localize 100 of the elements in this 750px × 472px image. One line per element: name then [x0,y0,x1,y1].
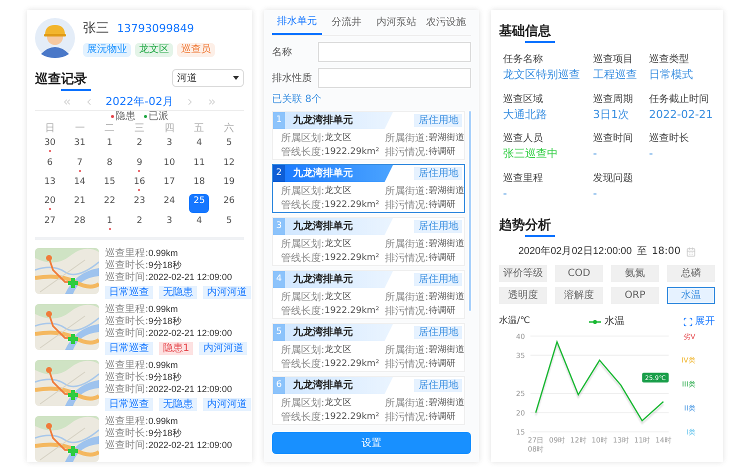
calendar-day[interactable]: 26 [219,194,240,214]
calendar-day[interactable]: 4 [189,214,210,233]
record-field-value: 0.99km [148,361,178,370]
metric-button[interactable]: 溶解度 [555,287,603,304]
calendar-day[interactable]: 13 [40,174,60,194]
calendar-day[interactable]: 27 [40,214,60,233]
unit-card[interactable]: 3 九龙湾排单元 居住用地 所属区划:龙文区 所属街道:碧湖街道 管线长度:1922.29km² 排污情况:待调研 [272,217,466,266]
expand-link[interactable]: 展开 [682,314,715,329]
calendar-day[interactable]: 5 [219,136,240,156]
unit-field-label: 所属街道: [385,134,428,144]
info-value: - [593,186,598,202]
record-field-label: 巡查时长: [105,260,148,271]
calendar-day[interactable]: 24 [159,194,180,214]
calendar-day[interactable]: 19 [219,174,240,194]
metric-button[interactable]: 评价等级 [499,265,547,282]
calendar-day[interactable]: 6 [40,156,60,175]
unit-card[interactable]: 4 九龙湾排单元 居住用地 所属区划:龙文区 所属街道:碧湖街道 管线长度:1922.29km² 排污情况:待调研 [272,270,466,319]
calendar-day[interactable]: 23 [129,194,150,214]
phone-number: 13793099849 [117,21,194,38]
linked-count: 已关联 8个 [272,92,323,107]
calendar-day[interactable]: 30 [40,136,60,156]
tab[interactable]: 农污设施 [421,10,471,35]
calendar-day[interactable]: 8 [100,156,120,175]
scrollbar[interactable] [469,111,471,311]
metric-button[interactable]: COD [555,265,603,282]
x-tick-label: 11时 [634,436,650,444]
calendar-day[interactable]: 31 [70,136,90,156]
calendar-day[interactable]: 15 [100,174,120,194]
info-value: 大通北路 [503,106,548,122]
calendar-day[interactable]: 17 [159,174,180,194]
calendar-day[interactable]: 5 [219,214,240,233]
unit-number: 1 [273,112,285,129]
tab[interactable]: 排水单元 [272,10,322,35]
record-tag: 隐患1 [159,342,194,355]
calendar-day[interactable]: 1 [100,214,120,233]
calendar-day[interactable]: 14 [70,174,90,194]
record-tag: 内河河道 [199,342,248,355]
metric-button[interactable]: 透明度 [499,287,547,304]
metric-button[interactable]: ORP [611,287,659,304]
record-field-label: 巡查时长: [105,372,148,383]
metric-button[interactable]: 总磷 [667,265,715,282]
record-field-label: 巡查里程: [105,304,148,315]
record-field-value: 9分18秒 [148,373,182,382]
calendar-day[interactable]: 2 [129,214,150,233]
info-value: - [593,146,598,162]
unit-card[interactable]: 2 九龙湾排单元 居住用地 所属区划:龙文区 所属街道:碧湖街道 管线长度:1922.29km² 排污情况:待调研 [272,164,466,213]
tab[interactable]: 内河泵站 [372,10,422,35]
land-use-badge: 居住用地 [414,220,462,233]
filter-dropdown[interactable]: 河道 [172,69,244,87]
unit-field-value: 碧湖街道 [428,187,464,196]
calendar-day[interactable]: 2 [129,136,150,156]
calendar-day[interactable]: 3 [159,214,180,233]
info-value: 日常模式 [649,67,694,83]
calendar-day[interactable]: 3 [159,136,180,156]
tab[interactable]: 分流井 [322,10,372,35]
unit-field-value: 碧湖街道 [428,399,464,408]
input-field[interactable] [318,42,471,62]
input-field[interactable] [318,68,471,88]
unit-field-label: 排污情况: [385,254,428,264]
calendar-icon[interactable] [686,246,696,256]
calendar-day[interactable]: 28 [70,214,90,233]
calendar-day[interactable]: 22 [100,194,120,214]
unit-field-label: 排污情况: [385,200,428,210]
metric-button[interactable]: 氨氮 [611,265,659,282]
calendar-day[interactable]: 11 [189,156,210,175]
land-use-badge: 居住用地 [414,379,462,392]
calendar-day[interactable]: 1 [100,136,120,156]
record-field-label: 巡查里程: [105,416,148,427]
unit-number: 5 [273,324,285,341]
calendar-day[interactable]: 18 [189,174,210,194]
unit-number: 4 [273,271,285,288]
calendar-day[interactable]: 4 [189,136,210,156]
calendar-day[interactable]: 21 [70,194,90,214]
next-year-icon[interactable] [207,97,218,107]
record-field-value: 0.99km [148,417,178,426]
calendar-day[interactable]: 9 [129,156,150,175]
calendar-day[interactable]: 16 [129,174,150,194]
x-tick-label: 13时 [612,436,629,444]
info-label: 巡查类型 [649,52,690,67]
info-value: 2022-02-21 [649,106,714,122]
previous-year-icon[interactable] [62,97,72,107]
unit-card[interactable]: 6 九龙湾排单元 居住用地 所属区划:龙文区 所属街道:碧湖街道 管线长度:1922.29km² 排污情况:待调研 [272,376,466,425]
calendar-day[interactable]: 7 [70,156,90,175]
calendar-day[interactable]: 12 [219,156,240,175]
info-value: 张三巡查中 [503,146,559,162]
record-field-label: 巡查时间: [105,272,148,283]
record-tag: 日常巡查 [105,398,153,411]
grade-label: II类 [684,404,696,413]
unit-card[interactable]: 5 九龙湾排单元 居住用地 所属区划:龙文区 所属街道:碧湖街道 管线长度:1922.29km² 排污情况:待调研 [272,323,466,372]
calendar-day[interactable]: 10 [159,156,180,175]
calendar-day[interactable]: 20 [40,194,60,214]
info-label: 巡查项目 [593,52,634,67]
unit-field-value: 碧湖街道 [428,346,464,355]
weekday-label: 四 [164,124,174,134]
unit-name: 九龙湾排单元 [293,166,353,181]
expand-icon [682,316,693,326]
calendar-day[interactable]: 25 [189,194,210,214]
unit-field-label: 所属区划: [281,346,324,356]
record-field-value: 0.99km [148,305,178,314]
unit-card[interactable]: 1 九龙湾排单元 居住用地 所属区划:龙文区 所属街道:碧湖街道 管线长度:1922.29km² 排污情况:待调研 [272,111,466,160]
